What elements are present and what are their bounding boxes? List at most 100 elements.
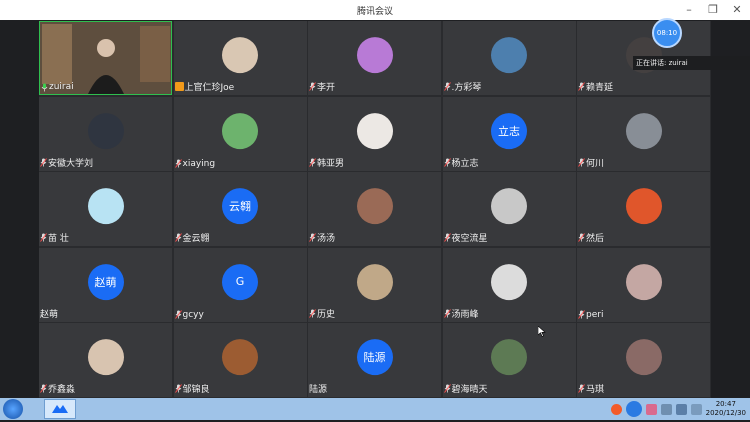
participant-label: 杨立志	[443, 156, 479, 169]
participant-name: 历史	[317, 309, 336, 320]
participant-tile[interactable]: .方彩琴	[442, 21, 576, 95]
participant-label: 安徽大学刘	[40, 156, 93, 169]
participant-tile[interactable]: 夜空流星	[442, 172, 576, 246]
clock[interactable]: 20:47 2020/12/30	[706, 400, 746, 418]
participant-name: 汤雨峰	[451, 309, 479, 320]
participant-avatar	[356, 37, 393, 74]
participant-avatar	[491, 188, 527, 225]
keyboard-icon[interactable]	[645, 403, 657, 415]
participant-tile[interactable]: 何川	[577, 96, 710, 171]
participant-label: 陆源	[309, 382, 327, 395]
participant-tile[interactable]: 马琪	[577, 323, 710, 397]
participant-name: 韩亚男	[317, 158, 345, 169]
taskbar: 20:47 2020/12/30	[0, 398, 750, 420]
flag-icon[interactable]	[690, 403, 702, 415]
mic-muted-icon	[443, 82, 451, 91]
active-speaker-bubble[interactable]: 08:10	[652, 18, 682, 48]
mic-muted-icon	[578, 310, 585, 319]
start-button[interactable]	[3, 399, 23, 419]
participant-label: 赖青延	[578, 80, 613, 93]
participant-label: 上官仁珍Joe	[174, 80, 234, 93]
participant-name: 马琪	[586, 385, 605, 395]
participant-name: 赖青延	[586, 83, 614, 93]
mic-muted-icon	[309, 233, 316, 242]
participant-label: 历史	[309, 307, 335, 320]
participant-name: 金云翱	[182, 234, 210, 244]
participant-tile[interactable]: 苗 壮	[39, 172, 172, 246]
participant-tile[interactable]: Ggcyy	[173, 247, 307, 322]
participant-tile[interactable]: 碧海晴天	[442, 323, 576, 397]
participant-label: 汤雨峰	[443, 307, 479, 320]
participant-tile[interactable]: 李开	[308, 21, 441, 95]
participant-tile[interactable]: 云翱 金云翱	[173, 172, 307, 246]
participant-tile[interactable]: zuirai	[39, 21, 172, 95]
participant-label: 乔鑫淼	[40, 382, 75, 395]
participant-avatar	[356, 263, 393, 300]
participant-label: xiaying	[174, 159, 215, 169]
participant-avatar	[222, 339, 258, 376]
participant-label: 然后	[578, 231, 604, 244]
participant-name: gcyy	[182, 309, 204, 320]
sogou-icon[interactable]	[610, 403, 622, 415]
system-tray: 20:47 2020/12/30	[610, 399, 746, 419]
participant-tile[interactable]: 乔鑫淼	[39, 323, 172, 397]
participant-tile[interactable]: 历史	[308, 247, 441, 322]
speaking-indicator: 正在讲话: zuirai	[633, 56, 750, 70]
mic-icon	[41, 83, 48, 91]
participant-name: zuirai	[49, 82, 74, 92]
clock-date: 2020/12/30	[705, 409, 746, 417]
tencent-meeting-icon	[52, 405, 68, 413]
participant-label: 邹锦良	[174, 382, 210, 395]
participant-tile[interactable]: 陆源 陆源	[308, 323, 441, 397]
close-icon[interactable]: ✕	[730, 2, 744, 16]
participant-label: peri	[578, 310, 603, 320]
mic-muted-icon	[309, 157, 316, 167]
participant-label: zuirai	[41, 82, 74, 92]
participant-tile[interactable]: 上官仁珍Joe	[173, 21, 307, 95]
participant-tile[interactable]: 赵萌 赵萌	[39, 247, 172, 322]
mic-muted-icon	[578, 82, 585, 91]
participant-tile[interactable]: 立志 杨立志	[442, 96, 576, 171]
participant-name: 碧海晴天	[451, 385, 488, 395]
participant-avatar: 赵萌	[87, 263, 124, 300]
restore-icon[interactable]: ❐	[706, 2, 720, 16]
participant-avatar	[87, 339, 124, 376]
participant-name: 赵萌	[40, 309, 59, 320]
participant-avatar	[625, 112, 662, 149]
minimize-icon[interactable]: –	[682, 2, 696, 16]
mic-muted-icon	[309, 82, 316, 91]
participant-label: 夜空流星	[443, 231, 488, 244]
mic-muted-icon	[174, 233, 182, 242]
participant-tile[interactable]: 韩亚男	[308, 96, 441, 171]
participant-avatar	[356, 188, 393, 225]
volume-icon[interactable]	[675, 403, 687, 415]
participant-label: 赵萌	[40, 307, 58, 320]
participant-avatar	[491, 263, 527, 300]
participant-tile[interactable]: 安徽大学刘	[39, 96, 172, 171]
participant-tile[interactable]: xiaying	[173, 96, 307, 171]
participant-tile[interactable]: peri	[577, 247, 710, 322]
network-icon[interactable]	[660, 403, 672, 415]
participant-tile[interactable]: 邹锦良	[173, 323, 307, 397]
help-icon[interactable]	[625, 401, 642, 417]
clock-time: 20:47	[715, 400, 736, 408]
mic-muted-icon	[174, 310, 182, 319]
participant-name: 陆源	[309, 385, 328, 395]
participant-tile[interactable]: 汤雨峰	[442, 247, 576, 322]
participant-label: 韩亚男	[309, 156, 344, 169]
participant-tile[interactable]: 汤汤	[308, 172, 441, 246]
mic-muted-icon	[40, 157, 47, 167]
participant-label: 金云翱	[174, 231, 210, 244]
taskbar-tencent-meeting[interactable]	[44, 399, 76, 419]
participant-avatar: 陆源	[356, 339, 393, 376]
mic-muted-icon	[443, 308, 451, 318]
participant-name: 安徽大学刘	[48, 158, 94, 169]
mouse-cursor-icon	[538, 326, 546, 337]
participant-avatar	[625, 188, 662, 225]
participant-name: 夜空流星	[451, 234, 488, 244]
participant-tile[interactable]: 然后	[577, 172, 710, 246]
participant-avatar	[87, 188, 124, 225]
participant-name: 杨立志	[451, 158, 479, 169]
participant-grid: zuirai 上官仁珍Joe 李开 .方彩琴 赖青延安徽大学刘 xiaying 韩亚男 立志杨…	[39, 21, 711, 398]
participant-name: .方彩琴	[451, 83, 482, 93]
